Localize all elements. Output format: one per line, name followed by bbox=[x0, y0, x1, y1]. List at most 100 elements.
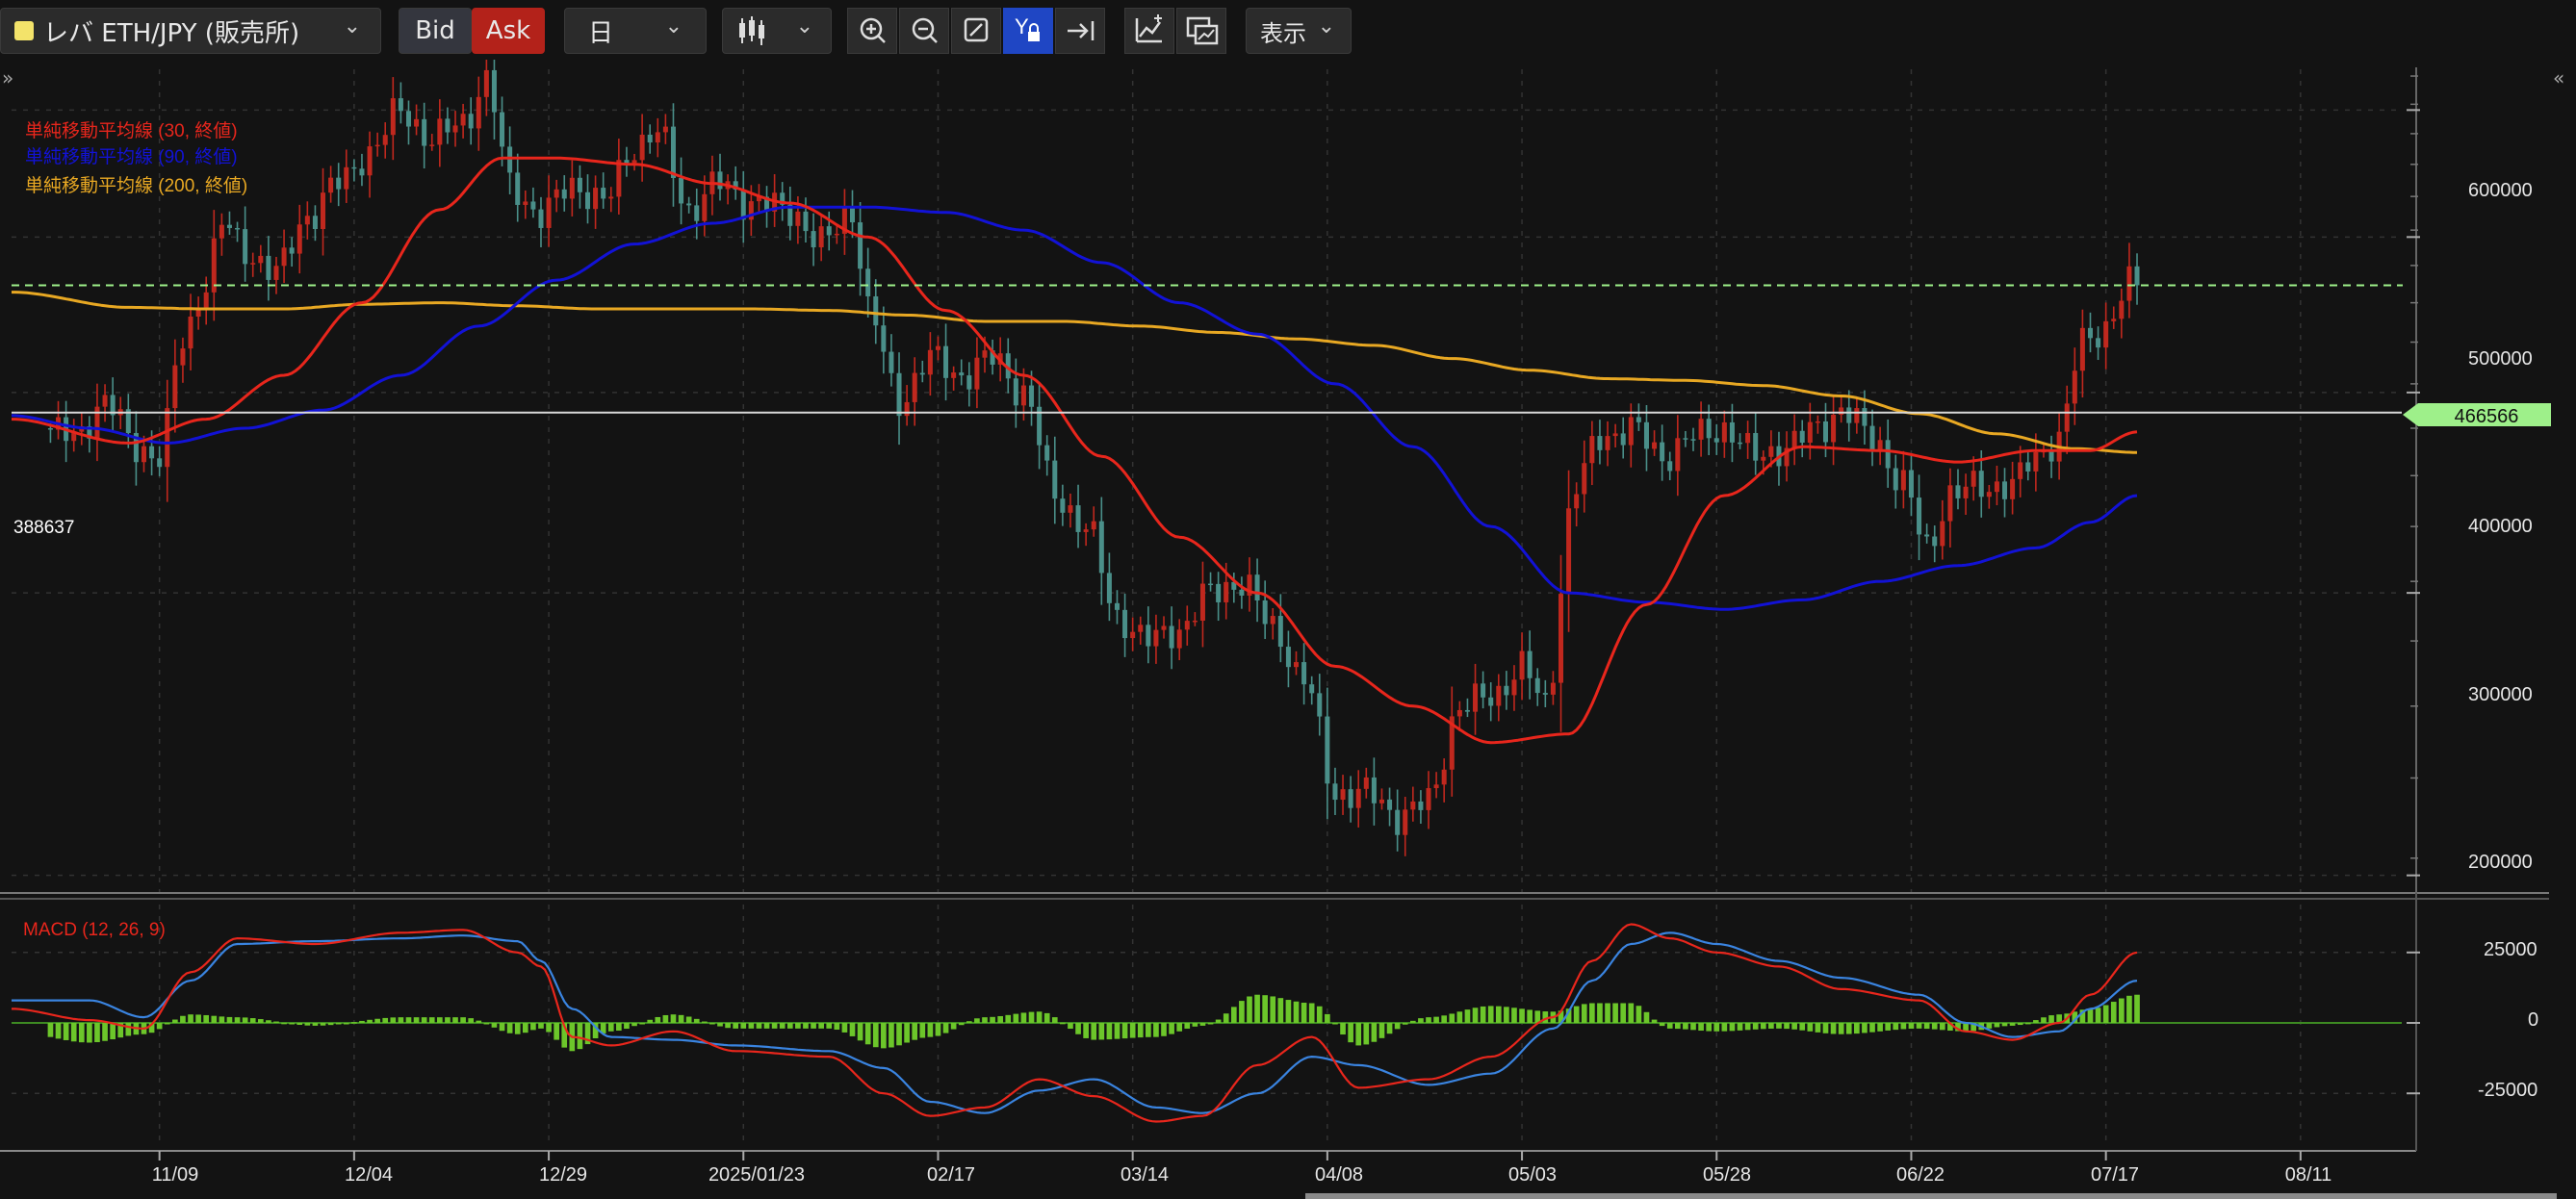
display-menu-button[interactable]: 表示 ⌄ bbox=[1246, 8, 1352, 54]
macd-histogram-bar bbox=[281, 1022, 287, 1025]
compare-icon bbox=[1186, 16, 1219, 45]
candle-body bbox=[1504, 685, 1509, 696]
collapse-left-icon[interactable]: » bbox=[2, 66, 13, 89]
candle-body bbox=[1768, 446, 1774, 457]
fit-button[interactable] bbox=[951, 8, 1001, 54]
jump-latest-button[interactable] bbox=[1055, 8, 1105, 54]
candle-body bbox=[1192, 620, 1198, 623]
candle-body bbox=[476, 96, 481, 129]
y-tick-label: 200000 bbox=[2468, 852, 2533, 873]
interval-select[interactable]: 日 ⌄ bbox=[564, 8, 707, 54]
macd-histogram-bar bbox=[554, 1023, 559, 1040]
price-panel[interactable] bbox=[11, 60, 2403, 856]
candle-body bbox=[1854, 408, 1860, 423]
chart-type-select[interactable]: ⌄ bbox=[722, 8, 832, 54]
bid-button[interactable]: Bid bbox=[399, 8, 472, 54]
chart-area[interactable]: 単純移動平均線 (30, 終値) 単純移動平均線 (90, 終値) 単純移動平均… bbox=[0, 60, 2576, 1199]
candle-body bbox=[336, 177, 342, 190]
candle-body bbox=[1130, 631, 1136, 639]
candle-body bbox=[1138, 625, 1144, 632]
candle-body bbox=[1698, 419, 1704, 440]
candle-body bbox=[1745, 433, 1751, 444]
candle-body bbox=[1224, 581, 1229, 602]
candle-body bbox=[1519, 651, 1525, 680]
macd-histogram-bar bbox=[1487, 1006, 1494, 1023]
macd-histogram-bar bbox=[47, 1023, 54, 1037]
collapse-right-icon[interactable]: « bbox=[2553, 66, 2564, 89]
zoom-in-icon bbox=[860, 17, 886, 43]
candle-body bbox=[935, 345, 940, 350]
candle-body bbox=[858, 222, 863, 269]
candle-body bbox=[1044, 445, 1050, 461]
macd-histogram-bar bbox=[1597, 1003, 1603, 1023]
candle-body bbox=[273, 266, 279, 280]
macd-histogram-bar bbox=[437, 1017, 443, 1023]
candle-body bbox=[1481, 683, 1486, 698]
candle-body bbox=[1169, 625, 1174, 649]
candle-body bbox=[47, 428, 53, 430]
macd-histogram-bar bbox=[950, 1023, 957, 1030]
compare-button[interactable] bbox=[1176, 8, 1226, 54]
zoom-out-button[interactable] bbox=[899, 8, 949, 54]
last-price-tag: 466566 bbox=[2403, 403, 2551, 427]
fit-icon bbox=[964, 17, 989, 42]
candlestick-icon bbox=[739, 16, 764, 45]
macd-histogram-bar bbox=[1799, 1023, 1806, 1031]
y-lock-button[interactable]: Y bbox=[1003, 8, 1053, 54]
macd-histogram-bar bbox=[834, 1023, 840, 1030]
candle-body bbox=[390, 98, 396, 136]
candle-body bbox=[1963, 486, 1969, 498]
macd-histogram-bar bbox=[1051, 1017, 1058, 1023]
candle-body bbox=[873, 295, 879, 326]
candle-body bbox=[679, 178, 684, 204]
macd-histogram-bar bbox=[1900, 1023, 1907, 1030]
macd-histogram-bar bbox=[188, 1014, 193, 1023]
macd-histogram-bar bbox=[693, 1018, 700, 1023]
macd-histogram-bar bbox=[2095, 1008, 2101, 1023]
macd-histogram-bar bbox=[102, 1023, 108, 1041]
macd-histogram-bar bbox=[1573, 1006, 1580, 1023]
candle-body bbox=[1270, 616, 1275, 625]
candle-body bbox=[2126, 266, 2132, 301]
svg-text:Y: Y bbox=[1015, 14, 1029, 38]
candle-body bbox=[1348, 789, 1353, 808]
candle-body bbox=[1589, 436, 1595, 464]
candle-body bbox=[289, 247, 295, 254]
macd-histogram-bar bbox=[904, 1023, 910, 1043]
candle-body bbox=[795, 211, 801, 226]
macd-histogram-bar bbox=[1394, 1023, 1401, 1030]
macd-histogram-bar bbox=[1005, 1014, 1012, 1023]
candle-body bbox=[2033, 451, 2039, 472]
macd-histogram-bar bbox=[1869, 1023, 1875, 1033]
candle-body bbox=[538, 209, 544, 228]
macd-histogram-bar bbox=[655, 1016, 661, 1023]
macd-panel[interactable] bbox=[12, 923, 2402, 1123]
macd-histogram-bar bbox=[1885, 1023, 1892, 1031]
candle-body bbox=[1433, 784, 1439, 789]
symbol-select[interactable]: レバ ETH/JPY (販売所) ⌄ bbox=[0, 8, 381, 54]
macd-histogram-bar bbox=[795, 1023, 801, 1029]
candle-body bbox=[834, 233, 839, 236]
macd-histogram-bar bbox=[1355, 1023, 1362, 1046]
macd-histogram-bar bbox=[1620, 1003, 1627, 1023]
macd-histogram-bar bbox=[912, 1023, 918, 1040]
macd-histogram-bar bbox=[359, 1020, 365, 1023]
candle-body bbox=[1978, 471, 1984, 497]
zoom-in-button[interactable] bbox=[847, 8, 897, 54]
macd-histogram-bar bbox=[2087, 1008, 2094, 1023]
macd-histogram-bar bbox=[1215, 1019, 1222, 1023]
macd-histogram-bar bbox=[476, 1020, 482, 1023]
macd-histogram-bar bbox=[1628, 1003, 1635, 1023]
ask-button[interactable]: Ask bbox=[472, 8, 545, 54]
candle-body bbox=[881, 325, 887, 352]
macd-histogram-bar bbox=[1184, 1023, 1191, 1029]
macd-histogram-bar bbox=[1114, 1023, 1121, 1039]
candle-body bbox=[1652, 442, 1658, 449]
candle-body bbox=[1713, 438, 1719, 443]
legend-sma200: 単純移動平均線 (200, 終値) bbox=[25, 175, 247, 196]
add-indicator-button[interactable] bbox=[1124, 8, 1174, 54]
candle-body bbox=[1815, 421, 1820, 423]
candle-body bbox=[1106, 573, 1112, 603]
macd-title: MACD (12, 26, 9) bbox=[23, 920, 166, 940]
macd-histogram-bar bbox=[997, 1015, 1004, 1023]
